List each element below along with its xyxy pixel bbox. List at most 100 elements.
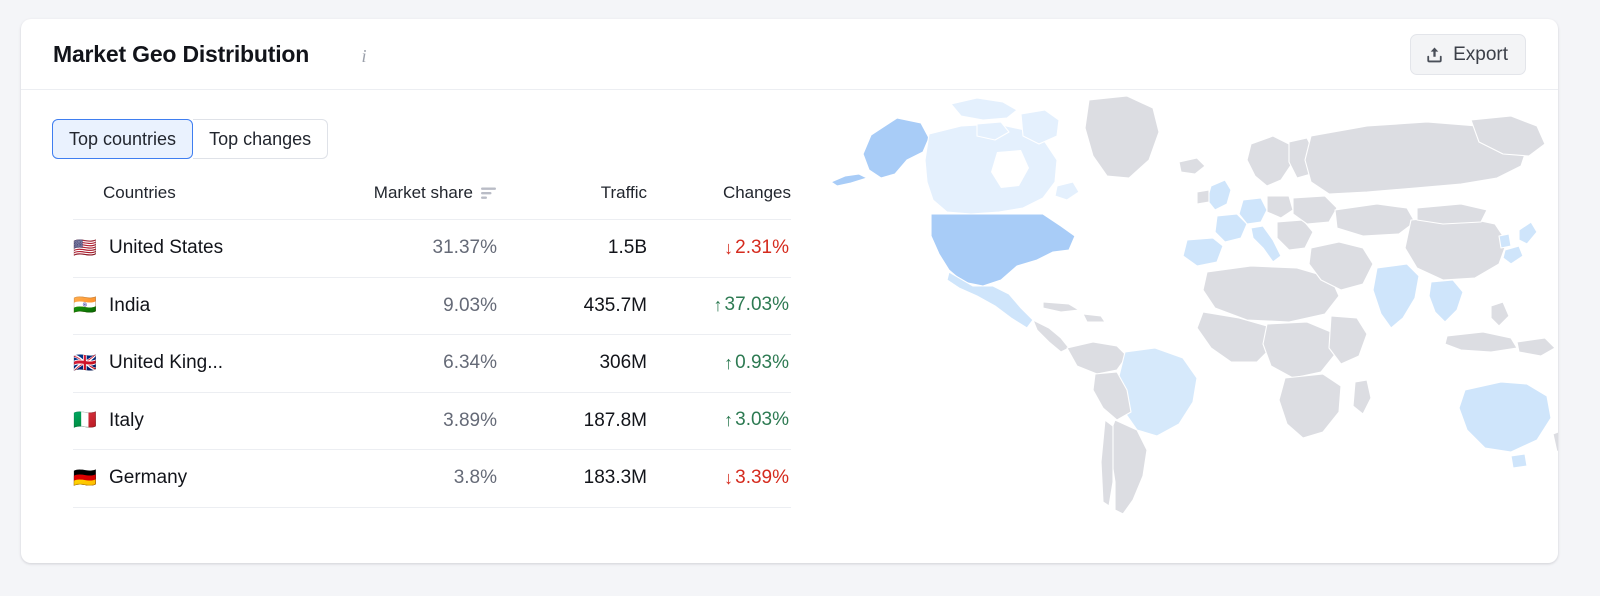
tab-top-countries[interactable]: Top countries [52,119,194,159]
cell-change: ↑ 0.93% [647,334,791,392]
map-region-japan [1518,221,1538,245]
cell-traffic: 187.8M [497,391,647,450]
map-region-aleutians [830,173,868,187]
country-flag-icon: 🇮🇳 [73,294,97,317]
cell-country: 🇮🇳 India [73,276,325,335]
change-value: ↑ 37.03% [714,294,789,316]
cell-traffic: 306M [497,334,647,392]
map-region-balkans [1276,219,1314,251]
tab-top-countries-label: Top countries [69,128,177,149]
map-region-central-africa [1262,321,1338,379]
country-name: Germany [109,467,188,489]
world-choropleth-map-svg [830,95,1558,515]
arrow-down-icon: ↓ [724,467,734,488]
arrow-up-icon: ↑ [724,410,734,431]
cell-country: 🇩🇪 Germany [73,449,325,508]
map-region-chile-strip [1100,419,1114,507]
cell-market-share: 3.89% [325,391,497,450]
change-percent: 2.31% [735,236,789,258]
cell-change: ↓ 3.39% [647,449,791,508]
country-name: United States [109,237,224,259]
map-region-argentina-chile [1108,419,1148,515]
country-cell: 🇬🇧 United King... [73,352,325,374]
table-row[interactable]: 🇬🇧 United King... 6.34% 306M ↑ 0.93% [73,334,791,392]
world-map[interactable] [811,90,1558,562]
upload-icon [1427,47,1442,63]
export-button[interactable]: Export [1410,34,1526,75]
map-region-east-africa [1328,315,1368,365]
country-name: United King... [109,352,224,374]
map-region-newfoundland [1054,181,1080,201]
tab-top-changes-label: Top changes [209,128,312,149]
table-body: 🇺🇸 United States 31.37% 1.5B ↓ 2.31% 🇮🇳 India 9.… [73,219,791,508]
market-share-sort-control[interactable]: Market share [374,183,497,203]
map-region-mongolia [1416,203,1488,225]
country-cell: 🇩🇪 Germany [73,467,325,489]
map-region-canadian-arctic [950,97,1018,121]
table-row[interactable]: 🇮🇳 India 9.03% 435.7M ↑ 37.03% [73,276,791,335]
arrow-up-icon: ↑ [724,352,734,373]
map-region-indonesia [1444,331,1518,353]
change-percent: 37.03% [724,294,789,316]
arrow-down-icon: ↓ [724,237,734,258]
map-region-hispaniola [1082,313,1106,323]
cell-market-share: 3.8% [325,449,497,508]
cell-change: ↑ 37.03% [647,276,791,335]
change-value: ↓ 2.31% [724,237,789,259]
map-region-tasmania [1510,453,1528,469]
column-header-changes[interactable]: Changes [647,183,791,220]
map-region-central-america [1032,319,1070,353]
map-region-ireland [1196,189,1210,205]
cell-country: 🇺🇸 United States [73,219,325,277]
country-name: Italy [109,409,144,431]
column-header-traffic[interactable]: Traffic [497,183,647,220]
map-region-new-zealand [1552,431,1558,453]
column-header-market-share-label: Market share [373,183,473,202]
view-tabs: Top countries Top changes [52,119,329,159]
cell-country: 🇮🇹 Italy [73,391,325,450]
country-flag-icon: 🇮🇹 [73,409,97,432]
country-cell: 🇮🇳 India [73,295,325,317]
country-flag-icon: 🇬🇧 [73,351,97,374]
map-region-southern-africa [1278,373,1342,439]
map-region-brazil [1116,347,1198,437]
country-name: India [109,294,151,316]
table-row[interactable]: 🇩🇪 Germany 3.8% 183.3M ↓ 3.39% [73,449,791,508]
table-row[interactable]: 🇮🇹 Italy 3.89% 187.8M ↑ 3.03% [73,391,791,450]
cell-traffic: 1.5B [497,219,647,277]
map-region-cuba [1042,301,1080,313]
map-region-southeast-asia [1428,279,1464,323]
map-region-australia [1458,381,1552,453]
map-region-iceland [1178,157,1206,175]
cell-traffic: 435.7M [497,276,647,335]
map-region-spain-portugal [1182,237,1224,267]
sort-descending-icon [481,187,496,199]
map-region-kazakhstan [1334,203,1416,237]
map-region-china [1404,215,1508,281]
export-button-label: Export [1453,43,1508,65]
map-region-colombia-venezuela [1066,341,1128,375]
change-value: ↓ 3.39% [724,467,789,489]
info-icon[interactable]: i [356,45,372,67]
change-value: ↑ 0.93% [724,352,789,374]
arrow-up-icon: ↑ [713,295,723,316]
map-region-greenland [1084,95,1160,179]
map-region-india [1372,263,1420,329]
card-body: Top countries Top changes Countries Mark… [21,90,1558,562]
country-flag-icon: 🇩🇪 [73,466,97,489]
cell-change: ↑ 3.03% [647,391,791,450]
geo-distribution-table: Countries Market share Traffic Changes 🇺… [73,183,791,508]
map-region-alaska [862,117,930,179]
cell-traffic: 183.3M [497,449,647,508]
map-region-germany [1238,197,1268,225]
map-region-poland [1266,195,1294,219]
map-region-japan-south [1502,245,1524,265]
column-header-countries[interactable]: Countries [73,183,325,220]
cell-country: 🇬🇧 United King... [73,334,325,392]
map-region-united-kingdom [1206,179,1232,211]
column-header-market-share[interactable]: Market share [325,183,497,220]
market-geo-distribution-card: Market Geo Distribution i Export Top cou… [21,19,1558,563]
tab-top-changes[interactable]: Top changes [193,119,329,159]
map-region-madagascar [1352,379,1372,415]
table-row[interactable]: 🇺🇸 United States 31.37% 1.5B ↓ 2.31% [73,219,791,277]
